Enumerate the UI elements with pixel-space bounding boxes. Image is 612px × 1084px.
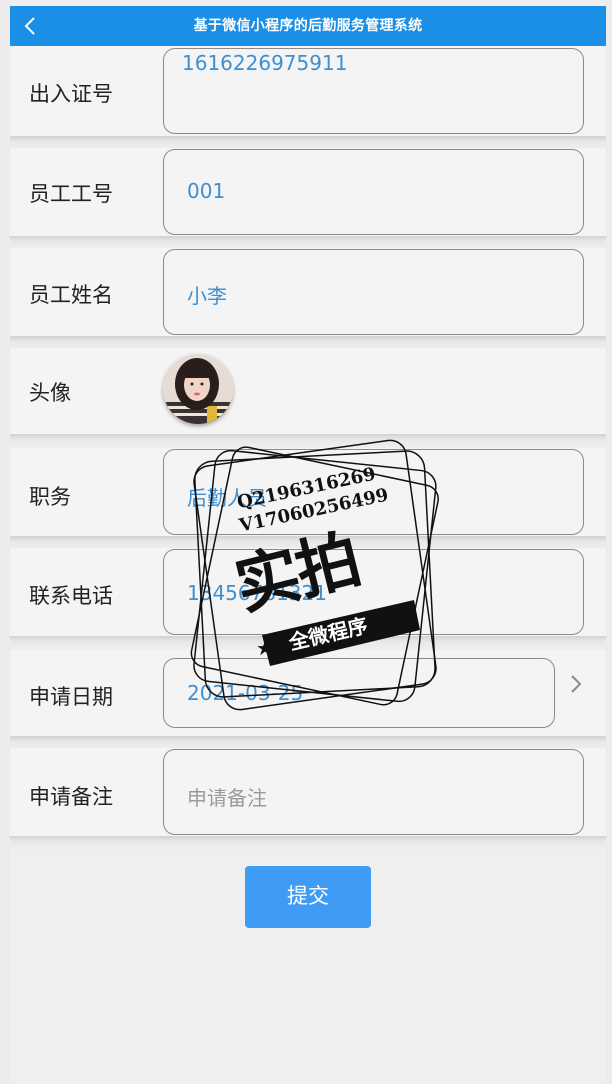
apply-date-label: 申请日期	[29, 685, 113, 709]
form-row-remark: 申请备注 申请备注	[10, 748, 606, 836]
form-row-staff-name: 员工姓名 小李	[10, 248, 606, 336]
staff-no-field[interactable]: 001	[163, 149, 584, 235]
form-row-pass-no: 出入证号 1616226975911	[10, 46, 606, 136]
staff-name-field[interactable]: 小李	[163, 249, 584, 335]
watermark-stamp: ★ ★ Q2196316269 V17060256499 实拍 全微程序	[170, 430, 460, 720]
staff-name-value: 小李	[187, 284, 227, 308]
svg-text:★: ★	[400, 597, 418, 621]
avatar-image	[163, 354, 233, 424]
remark-input[interactable]: 申请备注	[163, 749, 584, 835]
divider	[10, 836, 606, 850]
staff-no-label: 员工工号	[29, 182, 113, 206]
staff-name-label: 员工姓名	[29, 283, 113, 307]
position-label: 职务	[29, 485, 71, 509]
pass-no-value: 1616226975911	[182, 51, 348, 75]
avatar[interactable]	[163, 354, 233, 424]
submit-button[interactable]: 提交	[245, 866, 371, 928]
pass-no-field[interactable]: 1616226975911	[163, 48, 584, 134]
chevron-right-icon[interactable]	[568, 673, 584, 695]
page: 基于微信小程序的后勤服务管理系统 出入证号 1616226975911 员工工号…	[10, 0, 606, 1084]
svg-text:★: ★	[256, 636, 274, 660]
page-title: 基于微信小程序的后勤服务管理系统	[193, 18, 423, 34]
avatar-label: 头像	[29, 381, 71, 405]
remark-placeholder: 申请备注	[187, 786, 267, 810]
form-row-staff-no: 员工工号 001	[10, 148, 606, 236]
remark-label: 申请备注	[29, 785, 113, 809]
pass-no-label: 出入证号	[29, 82, 113, 106]
phone-label: 联系电话	[29, 584, 113, 608]
header-bar: 基于微信小程序的后勤服务管理系统	[10, 6, 606, 46]
form-row-avatar: 头像	[10, 348, 606, 434]
staff-no-value: 001	[187, 179, 226, 203]
